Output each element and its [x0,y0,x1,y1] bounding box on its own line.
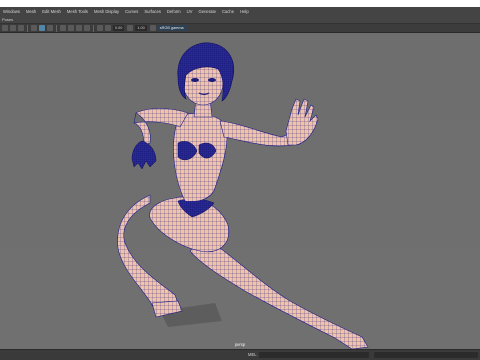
color-management-icon[interactable] [149,25,156,31]
bookmark-icon[interactable] [18,25,24,31]
persp-viewport[interactable]: persp [0,33,480,349]
command-result-field [374,352,478,358]
menu-curves[interactable]: Curves [125,9,138,14]
camera-label: persp [234,342,246,347]
maya-window: Windows Mesh Edit Mesh Mesh Tools Mesh D… [0,7,480,360]
textured-icon[interactable] [68,25,74,31]
shadows-icon[interactable] [84,25,90,31]
right-hand [285,98,319,146]
shelf-tab-poses[interactable]: Poses [2,16,13,23]
menu-surfaces[interactable]: Surfaces [144,9,161,14]
menu-bar: Windows Mesh Edit Mesh Mesh Tools Mesh D… [0,7,480,16]
select-camera-icon[interactable] [2,25,8,31]
toolbar-divider [27,24,28,32]
camera-attributes-icon[interactable] [10,25,16,31]
right-arm [219,120,293,147]
xray-icon[interactable] [47,25,53,31]
menu-deform[interactable]: Deform [167,9,181,14]
view-transform-dropdown[interactable]: sRGB gamma [157,25,188,31]
grid-icon[interactable] [31,25,37,31]
back-leg [189,237,369,349]
exposure-icon[interactable] [105,25,111,31]
menu-uv[interactable]: UV [187,9,193,14]
menu-generate[interactable]: Generate [198,9,215,14]
menu-help[interactable]: Help [240,9,249,14]
menu-mesh-tools[interactable]: Mesh Tools [67,9,88,14]
right-eye [208,78,216,82]
command-line: MEL [0,349,480,360]
toolbar-divider [56,24,57,32]
panel-toolbar: 0.00 1.00 sRGB gamma [0,23,480,33]
menu-cache[interactable]: Cache [222,9,234,14]
mel-label[interactable]: MEL [248,352,257,357]
left-eye [191,78,199,82]
isolate-select-icon[interactable] [97,25,103,31]
menu-mesh-display[interactable]: Mesh Display [94,9,119,14]
exposure-field[interactable]: 0.00 [113,25,125,31]
menu-mesh[interactable]: Mesh [26,9,36,14]
left-hand [131,140,157,170]
shaded-icon[interactable] [60,25,66,31]
gamma-field[interactable]: 1.00 [135,25,147,31]
menu-edit-mesh[interactable]: Edit Mesh [42,9,61,14]
gamma-icon[interactable] [127,25,134,31]
command-input[interactable] [259,352,369,358]
menu-windows[interactable]: Windows [3,9,20,14]
character-model [117,42,369,349]
wireframe-on-shaded-icon[interactable] [39,25,45,31]
toolbar-divider [93,24,94,32]
lighting-icon[interactable] [76,25,82,31]
